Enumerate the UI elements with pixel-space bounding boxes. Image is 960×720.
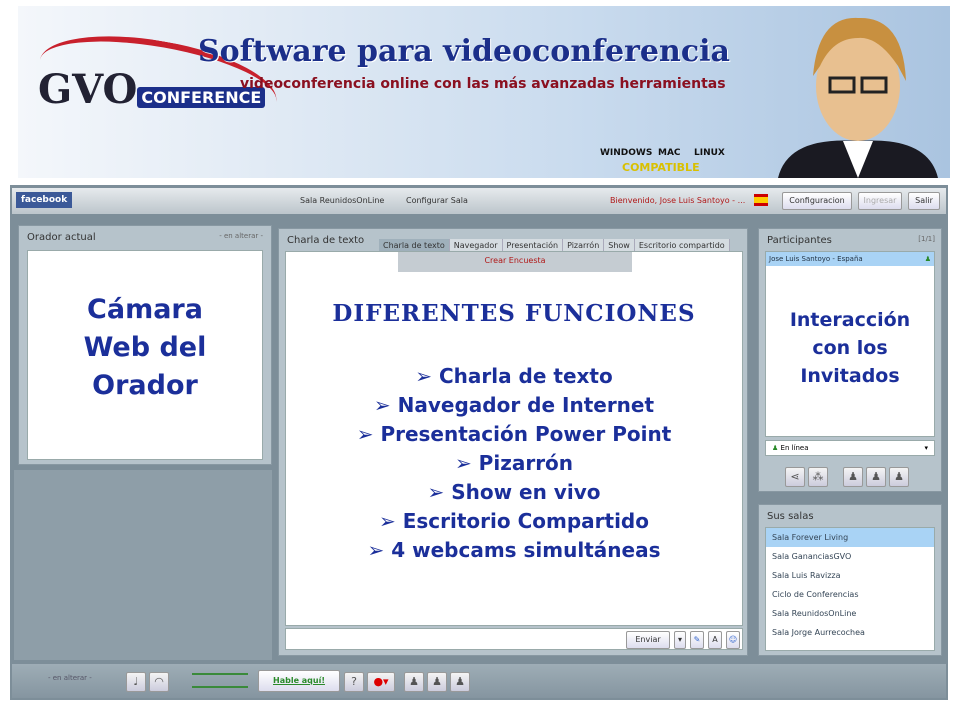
speaker-panel: Orador actual - en alterar - Cámara Web … <box>18 225 272 465</box>
top-bar: facebook Sala ReunidosOnLine Configurar … <box>12 188 946 214</box>
room-item[interactable]: Sala ReunidosOnLine <box>766 604 934 623</box>
user-add-icon[interactable]: ♟ <box>843 467 863 487</box>
rooms-panel: Sus salas Sala Forever Living Sala Ganan… <box>758 504 942 656</box>
configure-room-link[interactable]: Configurar Sala <box>406 196 468 205</box>
talk-button[interactable]: Hable aquí! <box>258 670 340 692</box>
mic-controls: ♩ ◠ <box>126 670 172 692</box>
share-icon[interactable]: ⋖ <box>785 467 805 487</box>
os-mac: MAC <box>658 148 681 158</box>
room-item[interactable]: Sala Jorge Aurrecochea <box>766 623 934 642</box>
chat-input[interactable]: Enviar ▾ ✎ A ☺ <box>285 628 743 650</box>
logo: GVO CONFERENCE <box>38 66 266 113</box>
feature-list: ➢ Charla de texto ➢ Navegador de Interne… <box>286 362 742 565</box>
enter-button[interactable]: Ingresar <box>858 192 902 210</box>
feature-item: ➢ Navegador de Internet <box>373 393 655 417</box>
participant-name: Jose Luis Santoyo - España <box>769 255 863 263</box>
participant-actions: ⋖ ⁂ ♟ ♟ ♟ <box>785 465 912 487</box>
speaker-camera: Cámara Web del Orador <box>27 250 263 460</box>
interaction-text: Interacción con los Invitados <box>789 309 911 387</box>
agent-illustration <box>778 17 938 178</box>
feature-item: ➢ Show en vivo <box>427 480 601 504</box>
config-button[interactable]: Configuracion <box>782 192 852 210</box>
user-icon[interactable]: ♟ <box>404 672 424 692</box>
help-icon[interactable]: ? <box>344 672 364 692</box>
banner-title: Software para videoconferencia <box>198 34 730 69</box>
volume-slider[interactable] <box>192 673 248 675</box>
exit-button[interactable]: Salir <box>908 192 940 210</box>
functions-heading: DIFERENTES FUNCIONES <box>332 300 696 327</box>
speaker-status: - en alterar - <box>219 232 263 240</box>
rooms-title: Sus salas <box>767 511 814 522</box>
send-button[interactable]: Enviar <box>626 631 670 649</box>
banner: GVO CONFERENCE Software para videoconfere… <box>18 6 950 178</box>
compatible-label: COMPATIBLE <box>622 161 700 174</box>
room-item[interactable]: Ciclo de Conferencias <box>766 585 934 604</box>
feature-item: ➢ Presentación Power Point <box>356 422 672 446</box>
user-edit-icon[interactable]: ♟ <box>866 467 886 487</box>
headset-icon[interactable]: ◠ <box>149 672 169 692</box>
record-icon[interactable]: ●▾ <box>367 672 395 692</box>
room-link[interactable]: Sala ReunidosOnLine <box>300 196 384 205</box>
feature-item: ➢ 4 webcams simultáneas <box>367 538 661 562</box>
participant-row[interactable]: Jose Luis Santoyo - España ♟ <box>766 252 934 266</box>
mic-slider[interactable] <box>192 686 248 688</box>
feature-item: ➢ Charla de texto <box>415 364 613 388</box>
user-icon[interactable]: ♟ <box>427 672 447 692</box>
participants-count: [1/1] <box>918 235 935 243</box>
facebook-button[interactable]: facebook <box>16 192 73 208</box>
left-empty-area <box>14 470 272 660</box>
feature-item: ➢ Escritorio Compartido <box>379 509 649 533</box>
banner-subtitle: videoconferencia online con las más avan… <box>240 76 726 92</box>
camera-text: Cámara Web del Orador <box>83 294 207 401</box>
bottom-bar: - en alterar - ♩ ◠ Hable aquí! ? ●▾ ♟ ♟ ♟ <box>12 664 946 698</box>
bottom-status: - en alterar - <box>48 674 92 682</box>
emoticon-icon[interactable]: ☺ <box>726 631 740 649</box>
style-icon[interactable]: ✎ <box>690 631 704 649</box>
microphone-icon[interactable]: ♩ <box>126 672 146 692</box>
welcome-text: Bienvenido, Jose Luis Santoyo - ... <box>610 196 746 205</box>
font-icon[interactable]: A <box>708 631 722 649</box>
group-icon[interactable]: ⁂ <box>808 467 828 487</box>
send-dropdown[interactable]: ▾ <box>674 631 686 649</box>
user-remove-icon[interactable]: ♟ <box>889 467 909 487</box>
participants-panel: Participantes [1/1] Jose Luis Santoyo - … <box>758 228 942 492</box>
speaker-title: Orador actual <box>27 232 96 243</box>
room-item[interactable]: Sala Forever Living <box>766 528 934 547</box>
chat-area: Crear Encuesta DIFERENTES FUNCIONES ➢ Ch… <box>285 251 743 626</box>
center-panel: Charla de texto Charla de texto Navegador… <box>278 228 748 656</box>
user-icon: ♟ <box>924 255 931 263</box>
create-poll-button[interactable]: Crear Encuesta <box>398 252 632 272</box>
participants-title: Participantes <box>767 235 832 246</box>
room-item[interactable]: Sala GananciasGVO <box>766 547 934 566</box>
room-item[interactable]: Sala Luis Ravizza <box>766 566 934 585</box>
participants-list: Jose Luis Santoyo - España ♟ Interacción … <box>765 251 935 437</box>
os-windows: WINDOWS <box>600 148 653 158</box>
status-value: En línea <box>780 444 809 452</box>
spain-flag-icon <box>754 194 768 206</box>
user-icon[interactable]: ♟ <box>450 672 470 692</box>
media-controls: ? ●▾ ♟ ♟ ♟ <box>344 670 473 692</box>
status-select[interactable]: ♟ En línea ▾ <box>765 440 935 456</box>
os-linux: LINUX <box>694 148 725 158</box>
rooms-list: Sala Forever Living Sala GananciasGVO Sa… <box>765 527 935 651</box>
feature-item: ➢ Pizarrón <box>454 451 574 475</box>
center-title: Charla de texto <box>287 235 365 246</box>
